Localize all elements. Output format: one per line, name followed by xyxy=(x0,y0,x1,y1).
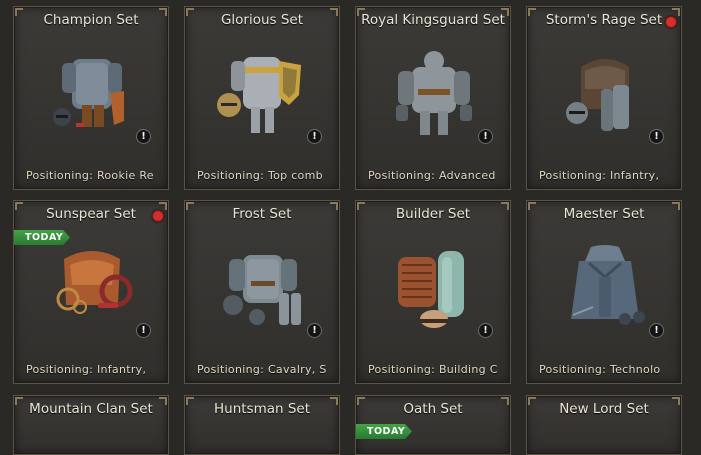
set-card-maester[interactable]: Maester Set ! Positioning: Technolo xyxy=(526,200,682,384)
set-card-builder[interactable]: Builder Set ! Positioning: Building C xyxy=(355,200,511,384)
sunspear-armor-icon xyxy=(56,251,133,314)
set-positioning: Positioning: Infantry, xyxy=(26,363,147,376)
set-positioning: Positioning: Infantry, xyxy=(539,169,660,182)
info-icon[interactable]: ! xyxy=(136,323,151,338)
set-card-champion[interactable]: Champion Set ! Positioning: Rookie Re xyxy=(13,6,169,190)
set-card-glorious[interactable]: Glorious Set ! Positioning: Top comb xyxy=(184,6,340,190)
notification-dot xyxy=(152,210,164,222)
set-positioning: Positioning: Technolo xyxy=(539,363,661,376)
set-card-royal-kingsguard[interactable]: Royal Kingsguard Set ! Positioning: Adva… xyxy=(355,6,511,190)
set-title: Huntsman Set xyxy=(213,401,311,417)
set-title: Builder Set xyxy=(395,206,471,222)
set-title: New Lord Set xyxy=(559,401,649,417)
notification-dot xyxy=(665,16,677,28)
info-icon[interactable]: ! xyxy=(649,129,664,144)
storms-rage-armor-icon xyxy=(566,59,629,131)
builder-armor-icon xyxy=(398,251,464,328)
set-card-storms-rage[interactable]: Storm's Rage Set ! Positioning: Infantry… xyxy=(526,6,682,190)
glorious-armor-icon xyxy=(217,57,301,133)
set-title: Sunspear Set xyxy=(46,206,136,222)
set-title: Mountain Clan Set xyxy=(29,401,153,417)
set-positioning: Positioning: Top comb xyxy=(197,169,323,182)
set-title: Oath Set xyxy=(403,401,463,417)
today-badge: TODAY xyxy=(356,424,412,439)
set-card-frost[interactable]: Frost Set ! Positioning: Cavalry, S xyxy=(184,200,340,384)
set-title: Royal Kingsguard Set xyxy=(361,12,505,28)
set-card-mountain-clan[interactable]: Mountain Clan Set xyxy=(13,395,169,455)
info-icon[interactable]: ! xyxy=(649,323,664,338)
set-positioning: Positioning: Rookie Re xyxy=(26,169,154,182)
info-icon[interactable]: ! xyxy=(478,323,493,338)
info-icon[interactable]: ! xyxy=(307,323,322,338)
set-card-sunspear[interactable]: Sunspear Set TODAY ! Positioning: Infant… xyxy=(13,200,169,384)
equipment-set-grid: Champion Set ! Positioning: Rookie Re Gl… xyxy=(0,0,701,455)
set-positioning: Positioning: Advanced xyxy=(368,169,496,182)
maester-robe-icon xyxy=(571,245,645,325)
set-card-huntsman[interactable]: Huntsman Set xyxy=(184,395,340,455)
set-card-oath[interactable]: Oath Set TODAY xyxy=(355,395,511,455)
set-title: Champion Set xyxy=(43,12,139,28)
champion-armor-icon xyxy=(53,59,124,127)
set-positioning: Positioning: Cavalry, S xyxy=(197,363,327,376)
kingsguard-armor-icon xyxy=(396,51,472,135)
info-icon[interactable]: ! xyxy=(136,129,151,144)
set-title: Glorious Set xyxy=(220,12,304,28)
frost-armor-icon xyxy=(223,255,301,325)
set-title: Storm's Rage Set xyxy=(545,12,663,28)
set-positioning: Positioning: Building C xyxy=(368,363,498,376)
info-icon[interactable]: ! xyxy=(307,129,322,144)
set-title: Frost Set xyxy=(232,206,292,222)
info-icon[interactable]: ! xyxy=(478,129,493,144)
set-card-new-lord[interactable]: New Lord Set xyxy=(526,395,682,455)
set-title: Maester Set xyxy=(563,206,645,222)
